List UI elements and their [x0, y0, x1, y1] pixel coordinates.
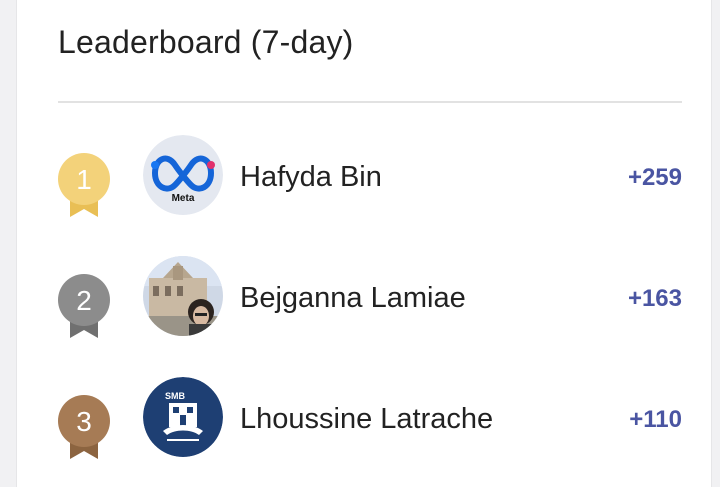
- user-photo-icon: [143, 256, 223, 336]
- leaderboard-row[interactable]: 1 Meta Hafyda Bin +259: [17, 135, 713, 225]
- rank-number: 2: [76, 285, 92, 316]
- svg-text:SMB: SMB: [165, 391, 186, 401]
- rank-number: 3: [76, 406, 92, 437]
- meta-logo-icon: Meta: [143, 135, 223, 215]
- leaderboard-row[interactable]: 3 SMB Lhoussine Latrache +110: [17, 377, 713, 467]
- gold-medal-icon: 1: [56, 153, 112, 219]
- leaderboard-card: Leaderboard (7-day) 1 Meta Hafyda Bin +2…: [16, 0, 712, 487]
- leaderboard-row[interactable]: 2 Bejganna Lamiae +163: [17, 256, 713, 346]
- user-name[interactable]: Bejganna Lamiae: [240, 282, 466, 315]
- leaderboard-title: Leaderboard (7-day): [58, 24, 354, 60]
- silver-medal-icon: 2: [56, 274, 112, 340]
- smb-logo-icon: SMB: [143, 377, 223, 457]
- user-name[interactable]: Hafyda Bin: [240, 161, 382, 194]
- avatar[interactable]: SMB: [143, 377, 223, 457]
- score: +110: [629, 406, 682, 433]
- divider: [58, 101, 682, 103]
- svg-text:Meta: Meta: [172, 193, 195, 204]
- score: +163: [627, 285, 682, 312]
- avatar[interactable]: Meta: [143, 135, 223, 215]
- avatar[interactable]: [143, 256, 223, 336]
- user-name[interactable]: Lhoussine Latrache: [240, 403, 493, 436]
- rank-number: 1: [76, 164, 92, 195]
- bronze-medal-icon: 3: [56, 395, 112, 461]
- score: +259: [627, 164, 682, 191]
